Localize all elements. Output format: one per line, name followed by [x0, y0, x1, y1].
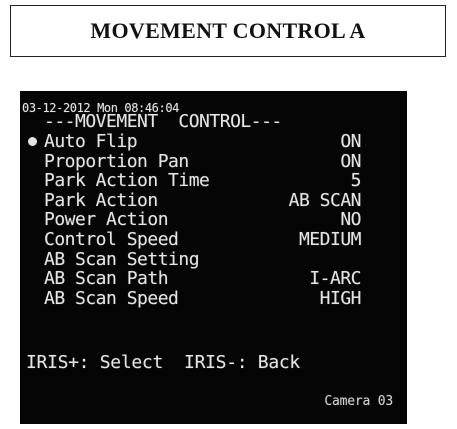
page: MOVEMENT CONTROL A 03-12-2012 Mon 08:46:… [0, 0, 457, 429]
menu-item-ab-scan-path[interactable]: AB Scan Path I-ARC [20, 268, 407, 290]
osd-menu: Auto Flip ON Proportion Pan ON Park Acti… [20, 131, 407, 309]
menu-item-value: ON [340, 131, 361, 152]
menu-item-power-action[interactable]: Power Action NO [20, 209, 407, 231]
menu-item-label: Auto Flip [44, 131, 138, 152]
menu-item-value: NO [340, 209, 361, 231]
menu-item-label: Park Action Time [44, 170, 210, 192]
selection-cursor-icon [28, 137, 37, 146]
menu-item-value: I-ARC [309, 268, 361, 290]
menu-item-value: ON [340, 150, 361, 172]
menu-item-value: HIGH [319, 287, 362, 309]
camera-osd-screen: 03-12-2012 Mon 08:46:04 ---MOVEMENT CONT… [20, 91, 407, 424]
menu-item-auto-flip[interactable]: Auto Flip ON [20, 131, 407, 152]
page-title: MOVEMENT CONTROL A [10, 5, 446, 57]
menu-item-ab-scan-speed[interactable]: AB Scan Speed HIGH [20, 287, 407, 309]
menu-item-label: Park Action [44, 189, 158, 211]
menu-item-value: MEDIUM [298, 228, 362, 250]
menu-item-park-action[interactable]: Park Action AB SCAN [20, 189, 407, 211]
menu-item-label: Control Speed [44, 228, 179, 250]
menu-item-proportion-pan[interactable]: Proportion Pan ON [20, 150, 407, 172]
menu-item-label: Power Action [44, 209, 169, 231]
osd-footer-hint: IRIS+: Select IRIS-: Back [26, 352, 300, 373]
menu-item-park-action-time[interactable]: Park Action Time 5 [20, 170, 407, 192]
osd-menu-title: ---MOVEMENT CONTROL--- [44, 111, 282, 132]
camera-label: Camera 03 [324, 394, 393, 409]
menu-item-label: AB Scan Speed [44, 287, 179, 309]
menu-item-label: AB Scan Path [44, 268, 169, 290]
menu-item-ab-scan-setting[interactable]: AB Scan Setting [20, 248, 407, 270]
menu-item-label: AB Scan Setting [44, 248, 200, 270]
menu-item-value: AB SCAN [288, 189, 362, 211]
menu-item-value: 5 [350, 170, 362, 192]
menu-item-control-speed[interactable]: Control Speed MEDIUM [20, 228, 407, 250]
menu-item-label: Proportion Pan [44, 150, 189, 172]
